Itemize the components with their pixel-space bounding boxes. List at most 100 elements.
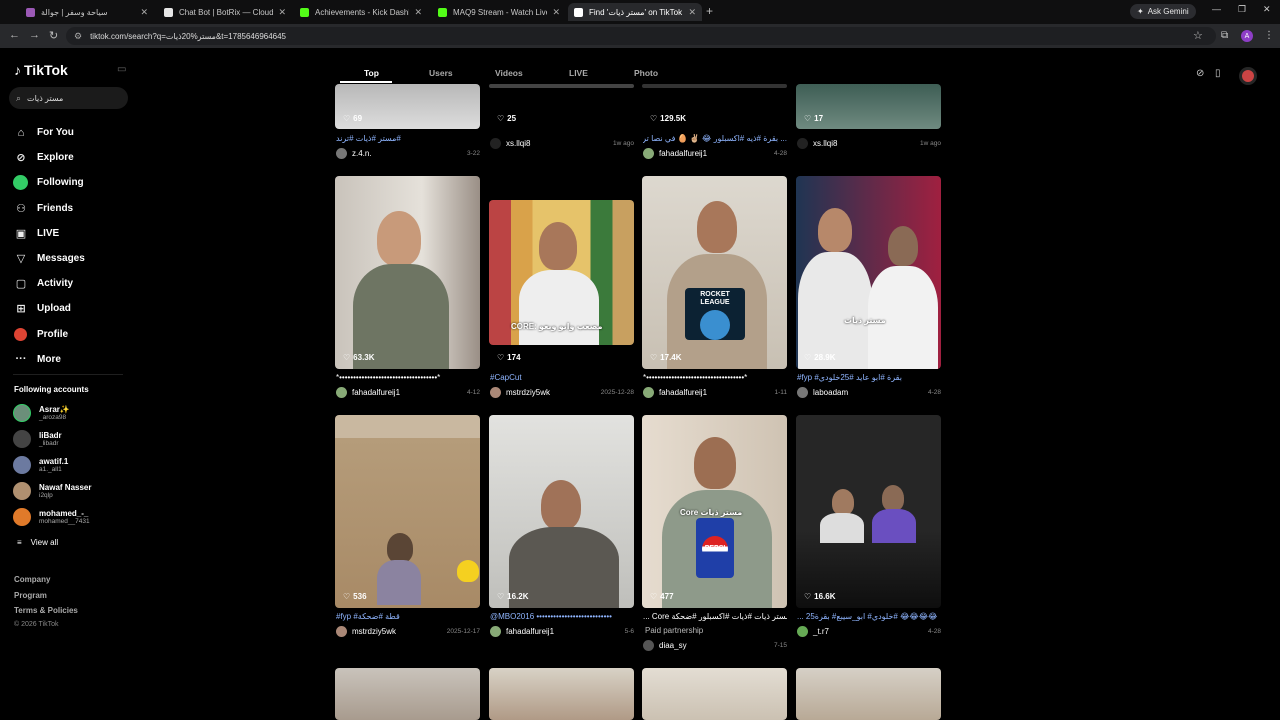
browser-tab[interactable]: سياحة وسفر | جوالة ✕ xyxy=(20,3,154,21)
collapse-sidebar-icon[interactable]: ▭ xyxy=(117,64,126,75)
video-thumbnail[interactable] xyxy=(642,84,787,88)
nav-for-you[interactable]: ⌂ For You xyxy=(13,120,128,145)
close-icon[interactable]: ✕ xyxy=(278,7,286,18)
author-avatar[interactable] xyxy=(490,138,501,149)
video-thumbnail[interactable] xyxy=(335,176,480,369)
nav-more[interactable]: ··· More xyxy=(13,347,128,372)
video-thumbnail[interactable] xyxy=(796,668,941,720)
close-window-icon[interactable]: ✕ xyxy=(1263,4,1271,15)
video-thumbnail[interactable] xyxy=(489,668,634,720)
video-caption[interactable]: #fyp #قطة #ضحكة xyxy=(336,612,480,621)
author-avatar[interactable] xyxy=(797,387,808,398)
url-field[interactable]: ⚙ tiktok.com/search?q=مستر%20ذيات&t=1785… xyxy=(66,27,1216,45)
video-caption[interactable]: ... بقرة #ذيه #اكسبلور 😂 ✌🏼 🥚 في نصا ترج… xyxy=(643,134,787,143)
close-icon[interactable]: ✕ xyxy=(688,7,696,18)
view-all-link[interactable]: ≡ View all xyxy=(17,538,58,547)
author-name[interactable]: z.4.n. xyxy=(352,149,467,158)
author-name[interactable]: mstrdziy5wk xyxy=(506,388,601,397)
nav-following[interactable]: Following xyxy=(13,170,128,195)
author-avatar[interactable] xyxy=(797,138,808,149)
video-caption[interactable]: #fyp #بقرة #ابو عايد #25خلودي xyxy=(797,373,941,382)
browser-tab[interactable]: Chat Bot | BotRix — Cloud Stre ✕ xyxy=(158,3,292,21)
video-caption[interactable]: @MBO2016 ••••••••••••••••••••••••••• xyxy=(490,612,634,621)
nav-explore[interactable]: ⊘ Explore xyxy=(13,145,128,170)
author-name[interactable]: mstrdziy5wk xyxy=(352,627,447,636)
video-thumbnail[interactable]: CORE: مصعب وابو وبعو xyxy=(489,200,634,345)
following-account[interactable]: mohamed_-_ mohamed__7431 xyxy=(13,504,91,530)
author-avatar[interactable] xyxy=(336,387,347,398)
tab-top[interactable]: Top xyxy=(364,68,379,78)
author-avatar[interactable] xyxy=(643,387,654,398)
footer-company-link[interactable]: Company xyxy=(14,575,50,584)
video-thumbnail[interactable]: مستر ذيات xyxy=(796,176,941,369)
following-account[interactable]: Nawaf Nasser i2qlp xyxy=(13,478,91,504)
forward-arrow-icon[interactable]: → xyxy=(29,29,40,41)
tab-users[interactable]: Users xyxy=(429,68,453,78)
tab-photo[interactable]: Photo xyxy=(634,68,658,78)
author-name[interactable]: laboadam xyxy=(813,388,928,397)
author-avatar[interactable] xyxy=(490,626,501,637)
close-icon[interactable]: ✕ xyxy=(414,7,422,18)
video-caption[interactable]: *•••••••••••••••••••••••••••••••••••* xyxy=(643,373,787,382)
nav-profile[interactable]: Profile xyxy=(13,322,128,347)
video-caption[interactable]: #مستر #ذيات #ترند xyxy=(336,134,480,143)
video-thumbnail[interactable]: ROCKET LEAGUE xyxy=(642,176,787,369)
author-avatar[interactable] xyxy=(643,640,654,651)
footer-program-link[interactable]: Program xyxy=(14,591,47,600)
browser-menu-icon[interactable]: ⋮ xyxy=(1264,30,1274,41)
following-account[interactable]: awatif.1 a1._all1 xyxy=(13,452,91,478)
site-info-icon[interactable]: ⚙ xyxy=(74,31,82,42)
tiktok-logo[interactable]: ♪ TikTok xyxy=(14,62,68,78)
restore-icon[interactable]: ❐ xyxy=(1238,4,1246,15)
reload-icon[interactable]: ↻ xyxy=(49,29,58,42)
author-name[interactable]: fahadalfureij1 xyxy=(352,388,467,397)
video-thumbnail[interactable] xyxy=(335,668,480,720)
extensions-icon[interactable]: ⧉ xyxy=(1221,30,1228,41)
back-arrow-icon[interactable]: ← xyxy=(9,29,20,41)
ask-gemini-button[interactable]: ✦ Ask Gemini xyxy=(1130,4,1196,19)
author-avatar[interactable] xyxy=(336,148,347,159)
browser-tab[interactable]: MAQ9 Stream - Watch Live on K ✕ xyxy=(432,3,566,21)
tab-live[interactable]: LIVE xyxy=(569,68,588,78)
author-avatar[interactable] xyxy=(336,626,347,637)
video-thumbnail[interactable] xyxy=(642,668,787,720)
video-caption[interactable]: ... 25خلودي# ابو_سيبع# بقرة# 😂😂😂😂 xyxy=(797,612,941,621)
nav-live[interactable]: ▣ LIVE xyxy=(13,221,128,246)
footer-terms-link[interactable]: Terms & Policies xyxy=(14,606,78,615)
author-name[interactable]: fahadalfureij1 xyxy=(659,149,774,158)
author-name[interactable]: xs.llqi8 xyxy=(506,139,613,148)
device-icon[interactable]: ▯ xyxy=(1215,68,1221,79)
nav-friends[interactable]: ⚇ Friends xyxy=(13,196,128,221)
author-name[interactable]: diaa_sy xyxy=(659,641,774,650)
video-thumbnail[interactable] xyxy=(489,84,634,88)
minimize-icon[interactable]: — xyxy=(1212,4,1221,14)
browser-profile-avatar[interactable]: A xyxy=(1241,30,1253,42)
video-caption[interactable]: *•••••••••••••••••••••••••••••••••••* xyxy=(336,373,480,382)
browser-tab-active[interactable]: Find 'مستر ذيات' on TikTok ✕ xyxy=(568,3,702,21)
video-thumbnail[interactable] xyxy=(335,415,480,608)
following-account[interactable]: Asrar✨ _aroza98 xyxy=(13,400,91,426)
author-name[interactable]: _t.r7 xyxy=(813,627,928,636)
nav-activity[interactable]: ▢ Activity xyxy=(13,271,128,296)
video-thumbnail[interactable] xyxy=(796,415,941,608)
video-caption[interactable]: ... Core مستر ذيات #ذيات #اكسبلور #ضحكة xyxy=(643,612,787,621)
following-account[interactable]: liBadr _libadr xyxy=(13,426,91,452)
video-thumbnail[interactable]: Core مستر ذيات PEPSI xyxy=(642,415,787,608)
author-avatar[interactable] xyxy=(490,387,501,398)
author-avatar[interactable] xyxy=(797,626,808,637)
search-input[interactable]: ⌕ مستر ذيات xyxy=(9,87,128,109)
bookmark-star-icon[interactable]: ☆ xyxy=(1193,29,1203,42)
nav-messages[interactable]: ▽ Messages xyxy=(13,246,128,271)
video-thumbnail[interactable] xyxy=(489,415,634,608)
author-avatar[interactable] xyxy=(643,148,654,159)
author-name[interactable]: xs.llqi8 xyxy=(813,139,920,148)
close-icon[interactable]: ✕ xyxy=(552,7,560,18)
video-caption[interactable]: #CapCut xyxy=(490,373,634,382)
user-avatar[interactable] xyxy=(1239,67,1257,85)
coins-icon[interactable]: ⊘ xyxy=(1196,68,1204,79)
tab-videos[interactable]: Videos xyxy=(495,68,523,78)
close-icon[interactable]: ✕ xyxy=(140,7,148,18)
author-name[interactable]: fahadalfureij1 xyxy=(506,627,625,636)
browser-tab[interactable]: Achievements - Kick Dashboard ✕ xyxy=(294,3,428,21)
new-tab-button[interactable]: + xyxy=(706,4,713,18)
